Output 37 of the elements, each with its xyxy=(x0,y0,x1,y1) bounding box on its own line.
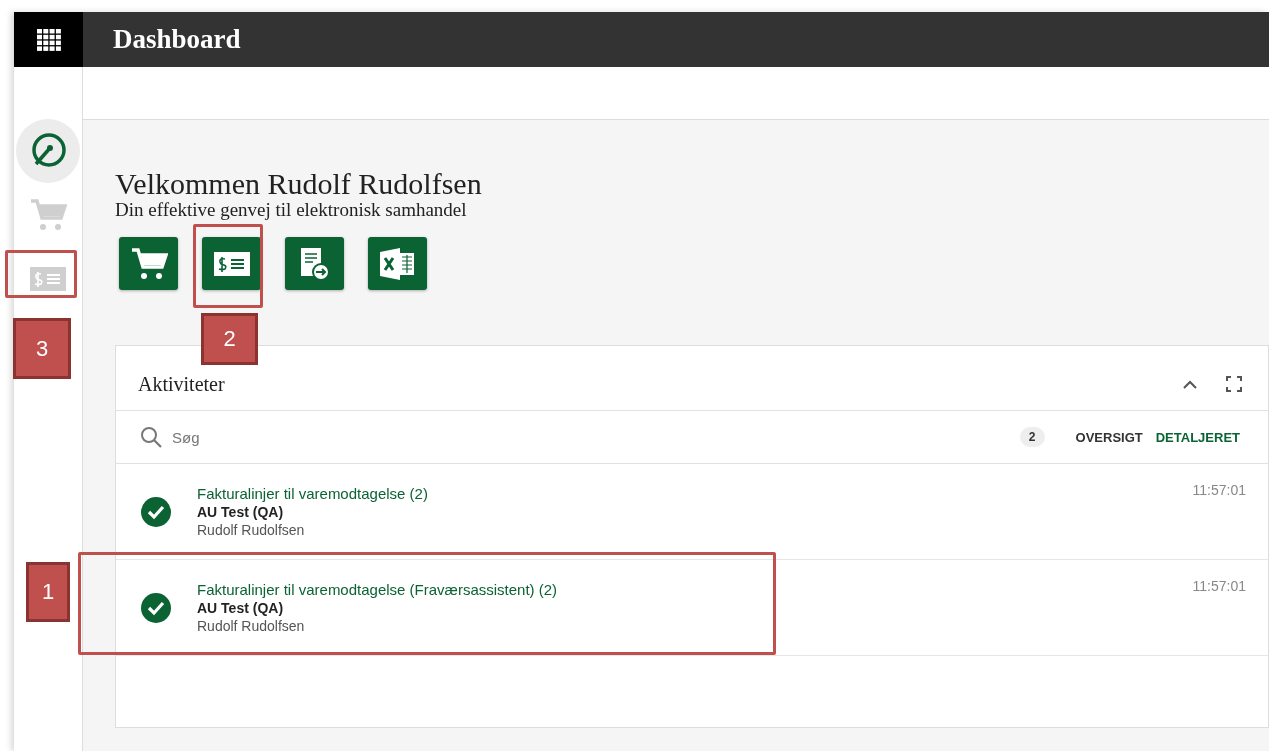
activity-row[interactable]: Fakturalinjer til varemodtagelse (Fraværsassistent) (2) AU Test (QA) Rudolf Rudolfsen 11:57:01 xyxy=(116,560,1268,656)
activity-user: Rudolf Rudolfsen xyxy=(197,520,305,539)
callout-number: 1 xyxy=(26,562,70,622)
shortcut-button[interactable] xyxy=(119,237,178,290)
activity-company: AU Test (QA) xyxy=(197,502,284,521)
activity-user: Rudolf Rudolfsen xyxy=(197,616,305,635)
expand-icon xyxy=(1226,376,1242,392)
welcome-subtitle: Din effektive genvej til elektronisk samhandel xyxy=(115,200,468,220)
activity-time: 11:57:01 xyxy=(1192,578,1246,594)
count-badge: 2 xyxy=(1019,427,1045,447)
activity-row[interactable]: Fakturalinjer til varemodtagelse (2) AU Test (QA) Rudolf Rudolfsen 11:57:01 xyxy=(116,464,1268,560)
activity-company: AU Test (QA) xyxy=(197,598,284,617)
invoice-icon xyxy=(213,251,250,276)
spreadsheet-icon xyxy=(379,246,416,281)
grid-icon xyxy=(36,28,61,51)
cart-icon xyxy=(129,246,168,281)
cart-icon xyxy=(29,198,67,232)
activity-title: Fakturalinjer til varemodtagelse (Fraværsassistent) (2) xyxy=(197,580,558,599)
activity-time: 11:57:01 xyxy=(1192,482,1246,498)
document-arrow-icon xyxy=(298,246,331,281)
chevron-up-icon xyxy=(1182,379,1198,389)
card-title: Aktiviteter xyxy=(138,372,226,396)
shortcut-button[interactable] xyxy=(285,237,344,290)
search-icon xyxy=(140,426,162,448)
view-tab[interactable]: DETALJERET xyxy=(1155,429,1240,445)
callout-number: 3 xyxy=(13,318,71,379)
callout-number: 2 xyxy=(201,313,258,365)
invoice-icon xyxy=(30,267,66,291)
search-field[interactable]: Søg xyxy=(170,427,370,447)
highlight-frame xyxy=(5,250,77,298)
shortcut-button[interactable] xyxy=(202,237,261,290)
apps-button[interactable] xyxy=(14,12,83,67)
shortcut-button[interactable] xyxy=(368,237,427,290)
welcome-title: Velkommen Rudolf Rudolfsen xyxy=(115,168,483,200)
activity-title: Fakturalinjer til varemodtagelse (2) xyxy=(197,484,428,503)
page-title: Dashboard xyxy=(113,24,241,55)
view-tab[interactable]: OVERSIGT xyxy=(1075,429,1143,445)
